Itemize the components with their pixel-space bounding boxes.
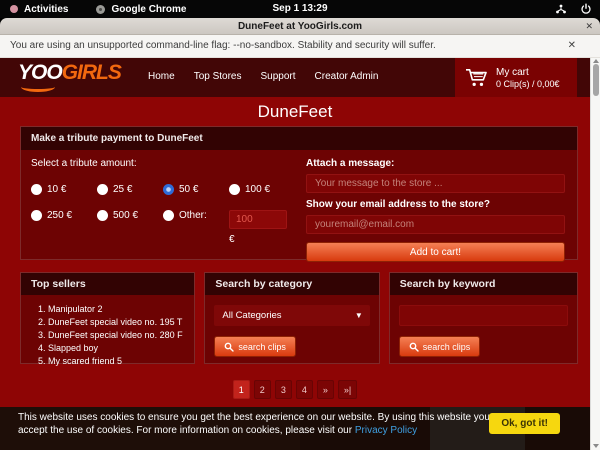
- keyword-input[interactable]: [399, 305, 568, 326]
- cookie-text: This website uses cookies to ensure you …: [18, 412, 498, 437]
- pagination: 1 2 3 4 » »|: [0, 380, 590, 399]
- window-title: DuneFeet at YooGirls.com: [0, 18, 600, 35]
- search-category-header: Search by category: [205, 273, 378, 295]
- system-top-bar: Activities Google Chrome Sep 1 13:29: [0, 0, 600, 18]
- tribute-panel: Make a tribute payment to DuneFeet Selec…: [20, 126, 578, 260]
- logo-yoo: YOO: [18, 61, 62, 84]
- bottom-panels: Top sellers Manipulator 2 DuneFeet speci…: [20, 272, 578, 364]
- scrollbar-down-arrow[interactable]: [593, 444, 599, 448]
- scrollbar-thumb[interactable]: [593, 64, 599, 96]
- top-sellers-list: Manipulator 2 DuneFeet special video no.…: [30, 303, 185, 368]
- scrollbar[interactable]: [590, 58, 600, 450]
- radio-icon[interactable]: [229, 184, 240, 195]
- radio-icon[interactable]: [97, 210, 108, 221]
- page-button-4[interactable]: 4: [296, 380, 313, 399]
- add-to-cart-button[interactable]: Add to cart!: [306, 242, 565, 262]
- message-label: Attach a message:: [306, 158, 565, 169]
- radio-icon[interactable]: [97, 184, 108, 195]
- network-icon[interactable]: [555, 3, 567, 15]
- search-icon: [409, 342, 419, 352]
- radio-icon-checked[interactable]: [163, 184, 174, 195]
- page-title: DuneFeet: [0, 102, 590, 122]
- radio-option-500[interactable]: 500 €: [97, 210, 163, 245]
- category-select[interactable]: All Categories ▼: [214, 305, 369, 326]
- page-button-last[interactable]: »|: [338, 380, 357, 399]
- webpage: YOOGIRLS Home Top Stores Support Creator…: [0, 58, 590, 450]
- cookie-consent-bar: This website uses cookies to ensure you …: [0, 407, 590, 450]
- privacy-policy-link[interactable]: Privacy Policy: [355, 425, 417, 436]
- amount-label: Select a tribute amount:: [31, 158, 299, 169]
- warning-text: You are using an unsupported command-lin…: [10, 35, 436, 57]
- warning-bar: You are using an unsupported command-lin…: [0, 35, 600, 58]
- cart-icon: [465, 68, 487, 88]
- cookie-accept-button[interactable]: Ok, got it!: [489, 413, 560, 434]
- top-seller-item[interactable]: DuneFeet special video no. 195 T: [48, 316, 185, 329]
- page-button-next[interactable]: »: [317, 380, 334, 399]
- radio-option-100[interactable]: 100 €: [229, 184, 299, 195]
- radio-option-10[interactable]: 10 €: [31, 184, 97, 195]
- logo-girls: GIRLS: [62, 61, 121, 84]
- radio-icon[interactable]: [31, 210, 42, 221]
- radio-option-other[interactable]: Other:: [163, 210, 229, 245]
- screen: Activities Google Chrome Sep 1 13:29 Dun…: [0, 0, 600, 450]
- other-amount-input[interactable]: [229, 210, 287, 229]
- my-cart-widget[interactable]: My cart 0 Clip(s) / 0,00€: [455, 58, 577, 97]
- search-clips-category-button[interactable]: search clips: [214, 336, 296, 357]
- amount-column: Select a tribute amount: 10 € 25 € 50 € …: [31, 158, 299, 245]
- tribute-panel-header: Make a tribute payment to DuneFeet: [21, 127, 577, 150]
- power-icon[interactable]: [580, 3, 592, 15]
- page-button-3[interactable]: 3: [275, 380, 292, 399]
- page-button-1[interactable]: 1: [233, 380, 250, 399]
- cart-summary: 0 Clip(s) / 0,00€: [496, 79, 560, 89]
- search-category-panel: Search by category All Categories ▼ sear…: [204, 272, 379, 364]
- cart-title: My cart: [496, 67, 560, 78]
- page-button-2[interactable]: 2: [254, 380, 271, 399]
- nav-top-stores[interactable]: Top Stores: [194, 71, 242, 82]
- search-clips-keyword-button[interactable]: search clips: [399, 336, 481, 357]
- top-seller-item[interactable]: DuneFeet special video no. 280 F: [48, 329, 185, 342]
- clock[interactable]: Sep 1 13:29: [0, 0, 600, 18]
- chevron-down-icon: ▼: [355, 305, 363, 326]
- browser-viewport: YOOGIRLS Home Top Stores Support Creator…: [0, 58, 600, 450]
- top-seller-item[interactable]: Slapped boy: [48, 342, 185, 355]
- site-header: YOOGIRLS Home Top Stores Support Creator…: [0, 58, 590, 97]
- top-sellers-header: Top sellers: [21, 273, 194, 295]
- nav-home[interactable]: Home: [148, 71, 175, 82]
- top-seller-item[interactable]: Manipulator 2: [48, 303, 185, 316]
- nav-creator-admin[interactable]: Creator Admin: [315, 71, 379, 82]
- radio-option-250[interactable]: 250 €: [31, 210, 97, 245]
- window-titlebar: DuneFeet at YooGirls.com ✕: [0, 18, 600, 35]
- message-input[interactable]: [306, 174, 565, 193]
- email-input[interactable]: [306, 215, 565, 234]
- window-close-button[interactable]: ✕: [585, 18, 593, 34]
- search-keyword-panel: Search by keyword search clips: [389, 272, 578, 364]
- radio-icon[interactable]: [31, 184, 42, 195]
- warning-close-button[interactable]: ✕: [568, 35, 576, 57]
- category-selected-value: All Categories: [222, 310, 281, 321]
- radio-icon[interactable]: [163, 210, 174, 221]
- message-column: Attach a message: Show your email addres…: [306, 158, 565, 262]
- search-clips-label: search clips: [238, 342, 286, 352]
- currency-label: €: [229, 234, 299, 245]
- scrollbar-up-arrow[interactable]: [593, 59, 599, 63]
- nav-support[interactable]: Support: [261, 71, 296, 82]
- radio-option-25[interactable]: 25 €: [97, 184, 163, 195]
- email-label: Show your email address to the store?: [306, 199, 565, 210]
- radio-option-50[interactable]: 50 €: [163, 184, 229, 195]
- search-keyword-header: Search by keyword: [390, 273, 577, 295]
- top-seller-item[interactable]: My scared friend 5: [48, 355, 185, 368]
- main-nav: Home Top Stores Support Creator Admin: [148, 71, 378, 82]
- top-sellers-panel: Top sellers Manipulator 2 DuneFeet speci…: [20, 272, 195, 364]
- search-clips-label: search clips: [423, 342, 471, 352]
- search-icon: [224, 342, 234, 352]
- logo-smile-icon: [21, 82, 55, 92]
